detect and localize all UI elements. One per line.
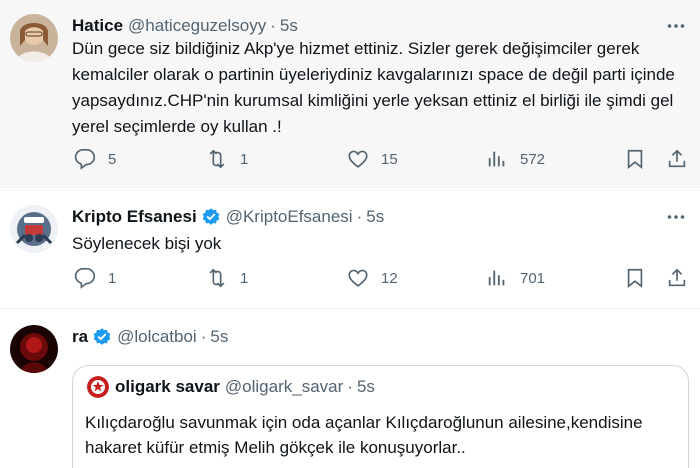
tweet-header: Kripto Efsanesi @KriptoEfsanesi · 5s	[72, 207, 384, 227]
views-button[interactable]: 572	[486, 148, 545, 170]
author-name[interactable]: Kripto Efsanesi	[72, 207, 197, 227]
reply-icon	[74, 268, 96, 289]
tweet-header: Hatice @haticeguzelsoyy · 5s	[72, 16, 298, 36]
quote-text: Kılıçdaroğlu savunmak için oda açanlar K…	[85, 413, 643, 457]
retweet-button[interactable]: 1	[206, 148, 248, 170]
share-button[interactable]	[666, 148, 688, 170]
author-name[interactable]: Hatice	[72, 16, 123, 36]
like-count: 15	[381, 150, 398, 168]
more-icon[interactable]	[666, 16, 686, 36]
reply-count: 1	[108, 269, 117, 287]
retweet-count: 1	[240, 150, 249, 168]
share-icon	[668, 149, 686, 168]
avatar[interactable]	[10, 205, 58, 253]
tweet-text: Söylenecek bişi yok	[72, 234, 222, 253]
like-icon	[348, 150, 368, 168]
quote-timestamp: 5s	[356, 377, 375, 396]
quote-author-name: oligark savar	[115, 377, 220, 396]
tweet[interactable]: ra @lolcatboi · 5s oligark savar @oligar…	[0, 308, 700, 468]
quote-avatar	[87, 376, 109, 398]
bookmark-button[interactable]	[624, 148, 646, 170]
views-icon	[488, 270, 505, 286]
retweet-icon	[209, 268, 225, 288]
bookmark-icon	[627, 268, 643, 288]
avatar[interactable]	[10, 325, 58, 373]
tweet-text: Dün gece siz bildiğiniz Akp'ye hizmet et…	[72, 39, 685, 136]
separator-dot: ·	[347, 377, 353, 396]
reply-icon	[74, 149, 96, 170]
tweet[interactable]: Hatice @haticeguzelsoyy · 5s Dün gece si…	[0, 0, 700, 189]
author-handle[interactable]: @lolcatboi	[117, 327, 197, 347]
retweet-button[interactable]: 1	[206, 267, 248, 289]
timestamp[interactable]: 5s	[280, 16, 298, 36]
views-count: 701	[520, 269, 546, 287]
like-icon	[348, 269, 368, 287]
quote-author-handle: @oligark_savar	[224, 377, 344, 396]
like-button[interactable]: 12	[347, 267, 398, 289]
reply-button[interactable]: 1	[74, 267, 116, 289]
author-handle[interactable]: @KriptoEfsanesi	[226, 207, 353, 227]
bookmark-button[interactable]	[624, 267, 646, 289]
verified-icon	[201, 207, 221, 227]
share-button[interactable]	[666, 267, 688, 289]
tweet-header: ra @lolcatboi · 5s	[72, 327, 228, 347]
like-button[interactable]: 15	[347, 148, 398, 170]
reply-button[interactable]: 5	[74, 148, 116, 170]
retweet-icon	[209, 149, 225, 169]
like-count: 12	[381, 269, 398, 287]
separator-dot: ·	[200, 327, 207, 346]
views-button[interactable]: 701	[486, 267, 545, 289]
timestamp[interactable]: 5s	[366, 207, 384, 227]
tweet-actions: 1 1 12 701	[66, 267, 694, 297]
quote-header: oligark savar @oligark_savar · 5s	[87, 376, 375, 398]
views-icon	[488, 151, 505, 167]
avatar[interactable]	[10, 14, 58, 62]
tweet-actions: 5 1 15 572	[66, 148, 694, 178]
tweet[interactable]: Kripto Efsanesi @KriptoEfsanesi · 5s Söy…	[0, 190, 700, 307]
bookmark-icon	[627, 149, 643, 169]
author-handle[interactable]: @haticeguzelsoyy	[128, 16, 266, 36]
verified-icon	[92, 327, 112, 347]
retweet-count: 1	[240, 269, 249, 287]
quoted-tweet[interactable]: oligark savar @oligark_savar · 5s Kılıçd…	[72, 365, 689, 468]
separator-dot: ·	[270, 16, 276, 35]
author-name[interactable]: ra	[72, 327, 88, 347]
more-icon[interactable]	[666, 207, 686, 227]
separator-dot: ·	[356, 207, 363, 226]
timestamp[interactable]: 5s	[210, 327, 228, 347]
reply-count: 5	[108, 150, 117, 168]
share-icon	[668, 268, 686, 287]
views-count: 572	[520, 150, 546, 168]
